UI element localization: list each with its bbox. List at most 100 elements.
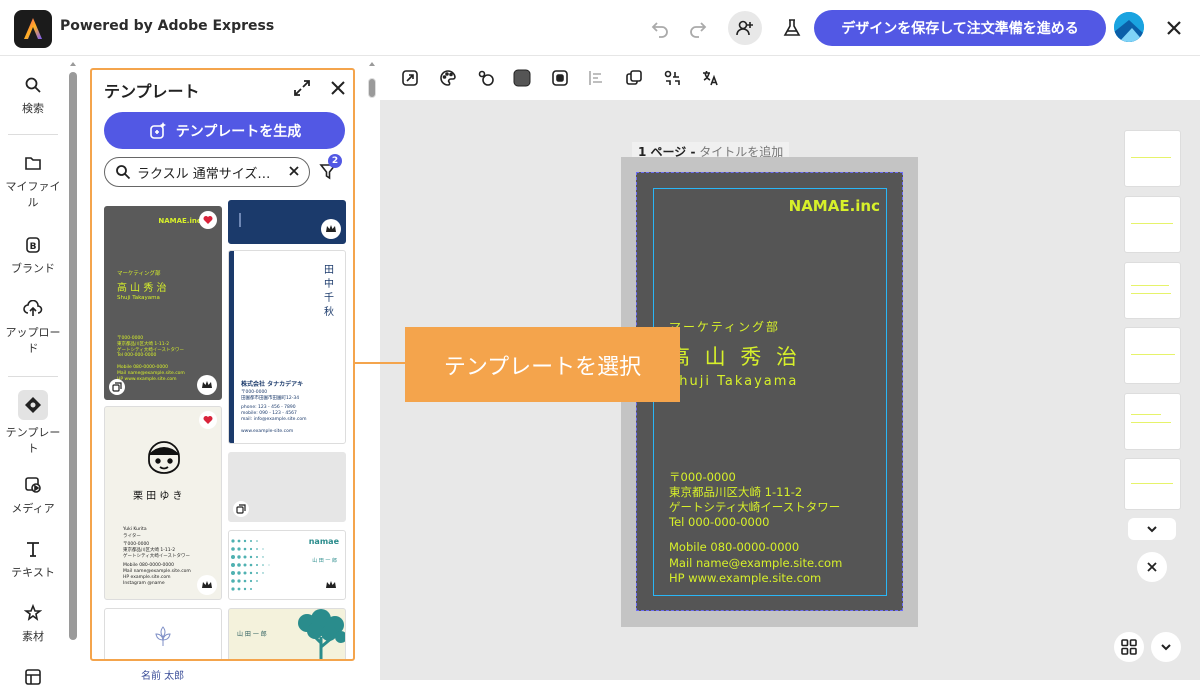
rail-item-text[interactable]: テキスト: [0, 538, 66, 581]
floral-emblem: [155, 626, 171, 646]
page-thumbnail-6[interactable]: [1124, 458, 1181, 510]
card-dept: マーケティング部: [117, 271, 161, 277]
card-name: 高 山 秀 治: [117, 283, 167, 294]
card-address-1[interactable]: 東京都品川区大崎 1-11-2: [669, 484, 802, 500]
card-hp[interactable]: HP www.example.site.com: [669, 571, 821, 585]
card-vertical-name: 中: [324, 279, 334, 290]
rail-label: アップロード: [5, 326, 61, 355]
card-vertical-name: 秋: [324, 307, 334, 318]
grid-view-icon[interactable]: [1114, 632, 1144, 662]
rail-scrollbar[interactable]: [69, 60, 77, 640]
rail-label: 素材: [22, 630, 44, 643]
editor-toolbar: [380, 56, 1200, 100]
card-logo: NAMAE.inc: [158, 217, 201, 225]
template-card-1[interactable]: NAMAE.inc マーケティング部 高 山 秀 治 Shuji Takayam…: [104, 206, 222, 400]
favorite-heart-icon[interactable]: [199, 211, 217, 229]
panel-title: テンプレート: [104, 82, 200, 101]
select-template-callout: テンプレートを選択: [405, 327, 680, 402]
save-and-order-button[interactable]: デザインを保存して注文準備を進める: [814, 10, 1106, 46]
rail-label: 検索: [22, 102, 44, 115]
card-line: www.example-site.com: [241, 429, 294, 434]
card-department[interactable]: マーケティング部: [669, 318, 780, 335]
card-mobile[interactable]: Mobile 080-0000-0000: [669, 540, 799, 554]
rail-item-media[interactable]: メディア: [0, 474, 66, 517]
template-search-input[interactable]: [137, 164, 277, 180]
fill-color-icon[interactable]: [512, 68, 532, 88]
generate-template-button[interactable]: テンプレートを生成: [104, 112, 345, 149]
rail-label: テンプレート: [5, 426, 61, 455]
palette-icon[interactable]: [438, 68, 458, 88]
rail-item-upload[interactable]: アップロード: [0, 298, 66, 357]
page-thumbnail-1[interactable]: [1124, 130, 1181, 187]
safe-area-guide: [653, 188, 887, 596]
rail-item-search[interactable]: 検索: [0, 74, 66, 117]
card-line: 田園都市田園市田園町12-34: [241, 396, 300, 401]
replace-icon[interactable]: [400, 68, 420, 88]
rail-item-more[interactable]: [0, 666, 66, 688]
card-name[interactable]: 高 山 秀 治: [669, 341, 801, 371]
template-card-4[interactable]: 栗 田 ゆ き Yuki Kurita ライター 〒000-0000 東京都品川…: [104, 406, 222, 600]
card-line: ゲートシティ大崎イーストタワー: [123, 554, 191, 559]
template-card-2[interactable]: [228, 200, 346, 244]
rail-item-elements[interactable]: 素材: [0, 602, 66, 645]
media-icon: [22, 474, 44, 496]
zoom-menu-chevron-icon[interactable]: [1151, 632, 1181, 662]
rail-item-templates[interactable]: テンプレート: [0, 390, 66, 457]
card-postal[interactable]: 〒000-0000: [669, 469, 736, 485]
frame-icon[interactable]: [550, 68, 570, 88]
align-icon[interactable]: [586, 68, 606, 88]
premium-crown-icon: [197, 575, 217, 595]
card-line: ライター: [123, 534, 141, 539]
template-panel: テンプレート テンプレートを生成 2 NAMAE.inc マーケティング部 高 …: [90, 68, 355, 661]
template-card-8[interactable]: 山 田 一 郎: [228, 608, 346, 659]
translate-icon[interactable]: [700, 68, 720, 88]
card-name: 栗 田 ゆ き: [133, 491, 183, 502]
premium-crown-icon: [321, 219, 341, 239]
brand-label: Powered by Adobe Express: [60, 18, 275, 34]
chevron-down-icon[interactable]: [1128, 518, 1176, 540]
halftone-pattern: [231, 539, 270, 591]
multi-page-icon: [109, 379, 125, 395]
template-card-5[interactable]: [228, 452, 346, 522]
card-address-2[interactable]: ゲートシティ大崎イーストタワー: [669, 499, 840, 515]
card-company: 株式会社 タナカデアキ: [241, 381, 304, 388]
page-thumbnail-3[interactable]: [1124, 262, 1181, 319]
card-logo[interactable]: NAMAE.inc: [789, 197, 880, 215]
invite-user-icon[interactable]: [728, 11, 762, 45]
card-name-roman[interactable]: Shuji Takayama: [669, 374, 798, 389]
template-card-6[interactable]: namae 山 田 一 郎: [228, 530, 346, 600]
tree-illustration: [298, 609, 345, 659]
card-tel[interactable]: Tel 000-000-0000: [669, 515, 769, 529]
card-roman: Shuji Takayama: [117, 295, 160, 301]
resize-icon[interactable]: [662, 68, 682, 88]
panel-scrollbar[interactable]: [368, 60, 376, 100]
card-line: mobile: 090 - 123 - 4567: [241, 411, 297, 416]
redo-icon[interactable]: [684, 14, 712, 42]
shapes-icon[interactable]: [476, 68, 496, 88]
panel-close-icon[interactable]: [328, 78, 348, 98]
template-card-7[interactable]: ライター: [104, 608, 222, 659]
page-thumbnail-5[interactable]: [1124, 393, 1181, 450]
page-thumbnail-4[interactable]: [1124, 327, 1181, 384]
layers-icon[interactable]: [624, 68, 644, 88]
favorite-heart-icon[interactable]: [199, 411, 217, 429]
rail-item-brand[interactable]: B ブランド: [0, 234, 66, 277]
card-vertical-name: 千: [324, 293, 334, 304]
callout-connector: [354, 362, 406, 364]
flask-icon[interactable]: [778, 14, 806, 42]
template-search-box[interactable]: [104, 157, 310, 187]
user-avatar[interactable]: [1114, 12, 1144, 42]
card-line: Mobile 080-0000-0000: [123, 563, 174, 568]
page-thumbnail-2[interactable]: [1124, 196, 1181, 253]
undo-icon[interactable]: [646, 14, 674, 42]
rail-label: テキスト: [11, 566, 55, 579]
close-icon[interactable]: [1160, 14, 1188, 42]
card-mail[interactable]: Mail name@example.site.com: [669, 556, 842, 570]
card-name: 山 田 一 郎: [312, 558, 337, 564]
top-bar: Powered by Adobe Express デザインを保存して注文準備を進…: [0, 0, 1200, 56]
rail-item-my-files[interactable]: マイファイル: [0, 152, 66, 211]
template-card-3[interactable]: 田 中 千 秋 株式会社 タナカデアキ 〒000-0000 田園都市田園市田園町…: [228, 250, 346, 444]
close-thumbnails-icon[interactable]: [1137, 552, 1167, 582]
clear-search-icon[interactable]: [287, 164, 301, 178]
expand-icon[interactable]: [292, 78, 312, 98]
